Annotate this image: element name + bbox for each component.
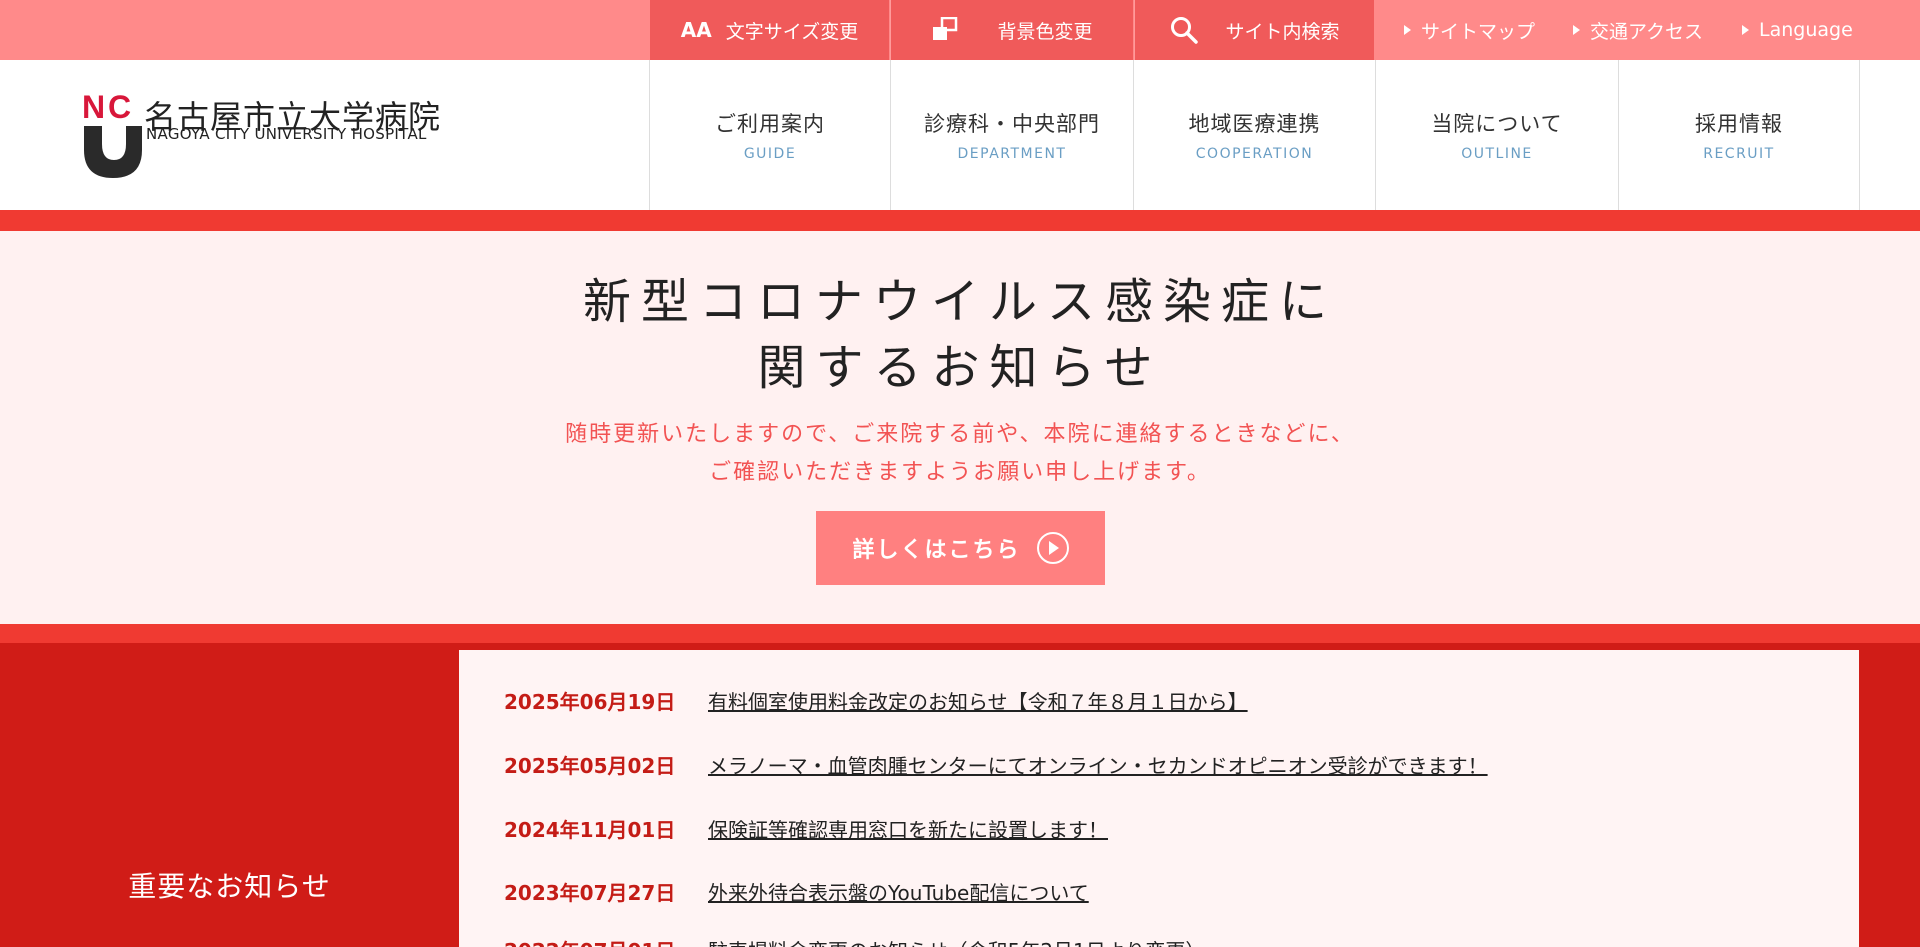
news-link[interactable]: 有料個室使用料金改定のお知らせ【令和７年８月１日から】 [708,686,1248,715]
news-date: 2022年07月01日 [504,935,704,947]
news-item: 2023年07月27日 外来外待合表示盤のYouTube配信について [504,877,1089,906]
logo-subtitle: NAGOYA CITY UNIVERSITY HOSPITAL [146,125,427,143]
important-news-heading: 重要なお知らせ [128,870,331,903]
nav-sublabel: RECRUIT [1703,146,1775,162]
language-label: Language [1759,19,1853,41]
news-list: 2025年06月19日 有料個室使用料金改定のお知らせ【令和７年８月１日から】 … [459,650,1859,947]
news-item: 2024年11月01日 保険証等確認専用窓口を新たに設置します！ [504,814,1108,843]
nav-recruit[interactable]: 採用情報 RECRUIT [1618,60,1860,210]
banner-title-line2: 関するお知らせ [757,340,1163,396]
svg-text:N: N [82,92,103,125]
nav-label: 診療科・中央部門 [924,112,1100,136]
bg-color-label: 背景色変更 [997,20,1093,43]
details-button-label: 詳しくはこちら [852,538,1021,563]
news-date: 2025年06月19日 [504,690,676,714]
nav-label: 採用情報 [1695,112,1783,136]
play-circle-icon [1036,532,1069,564]
page: AA 文字サイズ変更 背景色変更 サイト内検索 サイトマップ 交通アクセス La… [0,0,1920,947]
details-button[interactable]: 詳しくはこちら [816,511,1105,585]
triangle-right-icon [1573,25,1580,35]
banner-text-line2: ご確認いただきますようお願い申し上げます。 [709,460,1211,485]
banner-title-line1: 新型コロナウイルス感染症に [582,274,1337,330]
news-item: 2022年07月01日 駐車場料金変更のお知らせ（令和5年2月1日より変更） [504,935,1205,947]
access-label: 交通アクセス [1590,20,1704,43]
font-size-icon: AA [680,18,712,42]
news-date: 2024年11月01日 [504,818,676,842]
news-item: 2025年06月19日 有料個室使用料金改定のお知らせ【令和７年８月１日から】 [504,686,1248,715]
divider-stripe [0,624,1920,643]
triangle-right-icon [1404,25,1411,35]
news-item: 2025年05月02日 メラノーマ・血管肉腫センターにてオンライン・セカンドオピ… [504,750,1488,779]
news-date: 2025年05月02日 [504,754,676,778]
search-icon [1169,15,1199,45]
nav-department[interactable]: 診療科・中央部門 DEPARTMENT [890,60,1133,210]
news-link[interactable]: メラノーマ・血管肉腫センターにてオンライン・セカンドオピニオン受診ができます！ [708,750,1488,779]
site-search-label: サイト内検索 [1225,20,1340,43]
nav-sublabel: GUIDE [743,146,797,162]
banner-text-line1: 随時更新いたしますので、ご来院する前や、本院に連絡するときなどに、 [565,422,1355,447]
triangle-right-icon [1742,25,1749,35]
nav-sublabel: COOPERATION [1195,146,1314,162]
nav-cooperation[interactable]: 地域医療連携 COOPERATION [1133,60,1375,210]
svg-text:C: C [108,92,131,125]
bg-color-button[interactable]: 背景色変更 [890,0,1133,60]
sitemap-label: サイトマップ [1421,20,1536,43]
nav-guide[interactable]: ご利用案内 GUIDE [649,60,890,210]
ncu-logo-mark-icon: N C [82,92,142,178]
divider-stripe [0,210,1920,231]
background-color-icon [931,17,961,43]
site-search-button[interactable]: サイト内検索 [1134,0,1374,60]
nav-sublabel: DEPARTMENT [957,146,1067,162]
font-size-label: 文字サイズ変更 [725,20,859,43]
font-size-button[interactable]: AA 文字サイズ変更 [650,0,889,60]
hospital-logo[interactable]: N C 名古屋市立大学病院 NAGOYA CITY UNIVERSITY HOS… [82,92,442,182]
nav-outline[interactable]: 当院について OUTLINE [1375,60,1618,210]
nav-label: 地域医療連携 [1188,112,1321,136]
nav-label: ご利用案内 [715,112,825,136]
language-link[interactable]: Language [1742,0,1853,60]
news-link[interactable]: 駐車場料金変更のお知らせ（令和5年2月1日より変更） [708,935,1205,947]
access-link[interactable]: 交通アクセス [1573,0,1703,60]
nav-sublabel: OUTLINE [1461,146,1533,162]
sitemap-link[interactable]: サイトマップ [1404,0,1535,60]
news-link[interactable]: 外来外待合表示盤のYouTube配信について [708,877,1089,906]
news-link[interactable]: 保険証等確認専用窓口を新たに設置します！ [708,814,1108,843]
nav-label: 当院について [1431,112,1563,136]
news-date: 2023年07月27日 [504,881,676,905]
